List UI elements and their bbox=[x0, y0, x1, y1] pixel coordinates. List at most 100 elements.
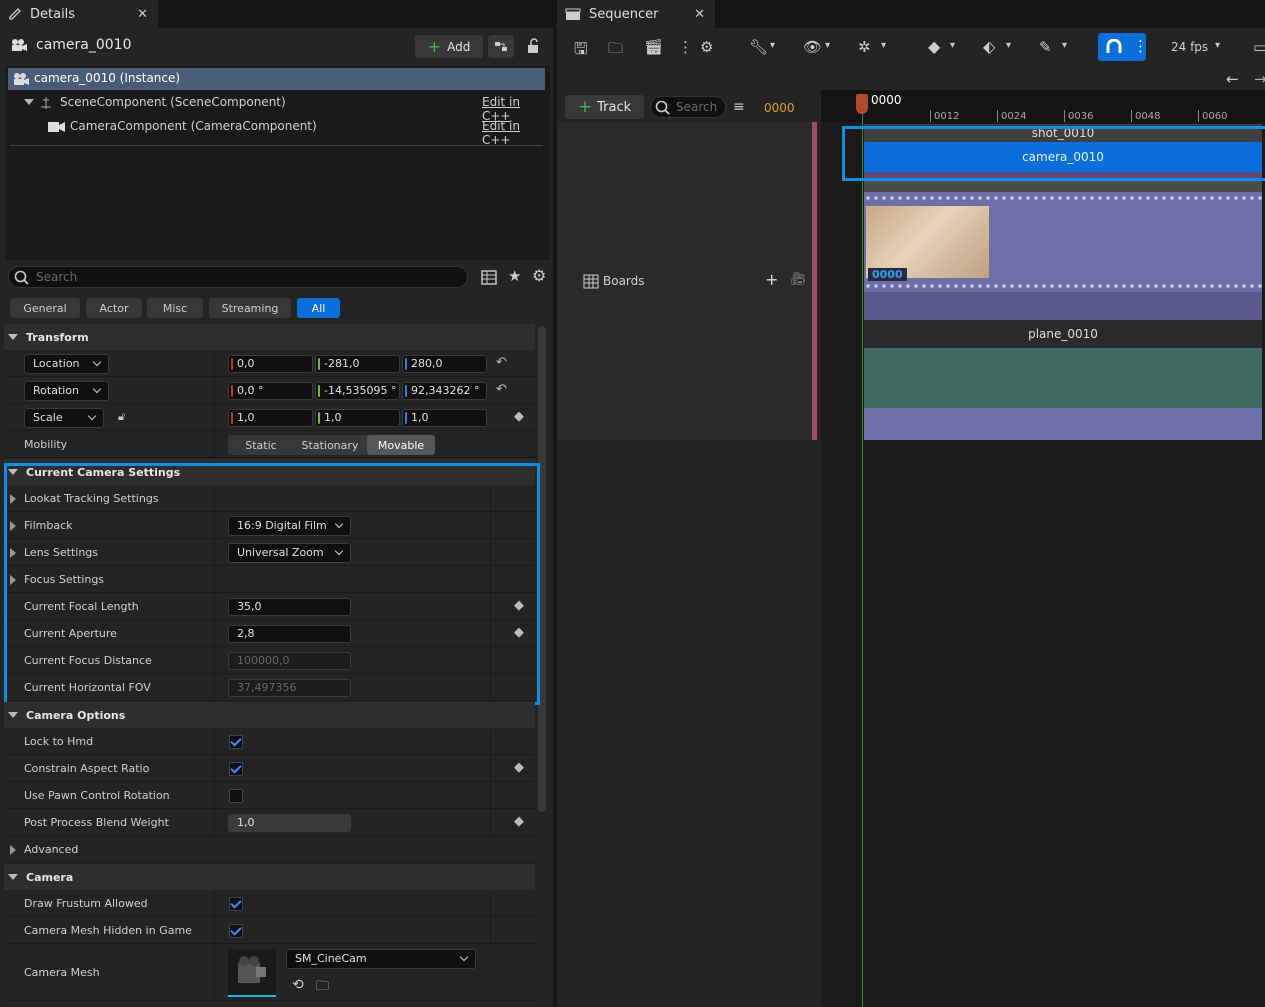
scale-y-field[interactable]: 1,0 bbox=[315, 409, 400, 427]
filter-tab-streaming[interactable]: Streaming bbox=[209, 298, 291, 318]
star-icon[interactable]: ★ bbox=[508, 267, 521, 285]
use-selected-icon[interactable]: ⟲ bbox=[292, 977, 304, 993]
panel-icon[interactable]: ▭ bbox=[1253, 38, 1265, 56]
edit-pen-icon[interactable]: ✎ bbox=[1039, 38, 1052, 56]
rotation-dropdown[interactable]: Rotation bbox=[24, 381, 109, 401]
key-interp-icon[interactable]: ⬖ bbox=[983, 37, 995, 56]
details-search-input[interactable]: Search bbox=[8, 266, 468, 288]
mesh-thumbnail[interactable] bbox=[228, 949, 276, 997]
filter-icon[interactable]: ≡ bbox=[733, 99, 745, 115]
close-icon[interactable]: ✕ bbox=[137, 7, 148, 22]
scale-z-field[interactable]: 1,0 bbox=[402, 409, 487, 427]
draw-frustum-checkbox[interactable] bbox=[229, 897, 243, 911]
ruler-tick bbox=[1064, 110, 1065, 122]
lock-icon[interactable] bbox=[526, 37, 542, 55]
add-key-icon[interactable]: ◆ bbox=[514, 814, 524, 829]
plane-section[interactable] bbox=[864, 348, 1262, 408]
thumbnail-frame-label: 0000 bbox=[868, 268, 907, 281]
chevron-down-icon[interactable]: ▾ bbox=[770, 40, 775, 51]
chevron-down-icon[interactable]: ▾ bbox=[881, 40, 886, 51]
component-row-camera[interactable]: CameraComponent (CameraComponent) Edit i… bbox=[8, 116, 545, 147]
playback-options-icon[interactable]: ✲ bbox=[858, 38, 871, 56]
view-eye-icon[interactable]: 👁︎ bbox=[803, 38, 822, 56]
chevron-down-icon[interactable]: ▾ bbox=[1062, 40, 1067, 51]
property-lock-to-hmd: Lock to Hmd bbox=[4, 729, 535, 755]
pawn-rotation-checkbox[interactable] bbox=[229, 789, 243, 803]
playhead-handle[interactable] bbox=[856, 94, 868, 114]
film-strip[interactable]: 0000 bbox=[864, 192, 1262, 292]
tools-icon[interactable]: 🔧︎ bbox=[749, 38, 768, 56]
clapper-icon bbox=[565, 8, 581, 20]
details-tab[interactable]: Details ✕ bbox=[0, 0, 158, 28]
mobility-movable[interactable]: Movable bbox=[367, 435, 435, 455]
render-movie-icon[interactable]: 🎬︎ bbox=[644, 38, 663, 56]
close-icon[interactable]: ✕ bbox=[694, 7, 705, 22]
plane-label[interactable]: plane_0010 bbox=[864, 320, 1262, 348]
sequencer-search-input[interactable]: Search bbox=[650, 96, 726, 118]
add-track-button[interactable]: + Track bbox=[565, 95, 644, 119]
actor-name: camera_0010 bbox=[36, 37, 132, 53]
mobility-stationary[interactable]: Stationary bbox=[294, 435, 366, 455]
actions-icon[interactable]: ⚙ bbox=[700, 38, 713, 56]
snap-toggle-button[interactable]: ⋮ bbox=[1098, 33, 1148, 61]
mesh-hidden-checkbox[interactable] bbox=[229, 924, 243, 938]
filter-tab-actor[interactable]: Actor bbox=[86, 298, 142, 318]
location-y-field[interactable]: -281,0 bbox=[315, 355, 400, 373]
expand-arrow-icon[interactable] bbox=[24, 99, 34, 105]
rotation-y-field[interactable]: -14,535095 ° bbox=[315, 382, 400, 400]
chevron-down-icon[interactable]: ▾ bbox=[825, 40, 830, 51]
component-row-instance[interactable]: camera_0010 (Instance) bbox=[8, 68, 545, 90]
current-frame[interactable]: 0000 bbox=[764, 101, 795, 115]
reset-arrow-icon[interactable]: ↶ bbox=[496, 355, 507, 370]
forward-arrow-icon[interactable]: → bbox=[1254, 70, 1265, 88]
property-advanced[interactable]: Advanced bbox=[4, 837, 535, 863]
section-camera[interactable]: Camera bbox=[4, 864, 535, 890]
unlock-icon[interactable]: 🔓︎ bbox=[118, 410, 125, 424]
browse-icon[interactable]: 🗀︎ bbox=[608, 38, 623, 63]
location-dropdown[interactable]: Location bbox=[24, 354, 109, 374]
filter-tab-misc[interactable]: Misc bbox=[147, 298, 203, 318]
rotation-x-field[interactable]: 0,0 ° bbox=[228, 382, 313, 400]
edit-in-cpp-link[interactable]: Edit in C++ bbox=[482, 119, 545, 147]
scale-x-field[interactable]: 1,0 bbox=[228, 409, 313, 427]
add-key-icon[interactable]: ◆ bbox=[514, 760, 524, 775]
location-x-field[interactable]: 0,0 bbox=[228, 355, 313, 373]
table-view-icon[interactable] bbox=[481, 270, 497, 286]
camera-mesh-dropdown[interactable]: SM_CineCam bbox=[286, 949, 476, 969]
expand-arrow-icon[interactable] bbox=[10, 845, 16, 855]
chevron-down-icon[interactable]: ▾ bbox=[1215, 40, 1220, 51]
add-key-icon[interactable]: ◆ bbox=[514, 409, 524, 424]
section-transform[interactable]: Transform bbox=[4, 324, 535, 350]
blueprint-button[interactable] bbox=[488, 35, 514, 58]
key-diamond-icon[interactable]: ◆ bbox=[928, 37, 940, 56]
back-arrow-icon[interactable]: ← bbox=[1226, 70, 1239, 88]
sequencer-tab[interactable]: Sequencer ✕ bbox=[557, 0, 715, 28]
boards-grid-icon bbox=[583, 274, 599, 289]
save-icon[interactable]: 🖫︎ bbox=[574, 38, 588, 65]
constrain-aspect-checkbox[interactable] bbox=[229, 762, 243, 776]
fps-selector[interactable]: 24 fps bbox=[1171, 40, 1208, 54]
mobility-static[interactable]: Static bbox=[228, 435, 294, 455]
location-z-field[interactable]: 280,0 bbox=[402, 355, 487, 373]
ruler-tick bbox=[930, 110, 931, 122]
property-pp-blend: Post Process Blend Weight 1,0 ◆ bbox=[4, 810, 535, 836]
filter-tab-general[interactable]: General bbox=[10, 298, 80, 318]
component-row-scene[interactable]: SceneComponent (SceneComponent) Edit in … bbox=[8, 92, 545, 123]
browse-folder-icon[interactable]: 🗀︎ bbox=[316, 977, 329, 999]
chevron-down-icon[interactable]: ▾ bbox=[1006, 40, 1011, 51]
scale-dropdown[interactable]: Scale bbox=[24, 408, 104, 428]
section-camera-options[interactable]: Camera Options bbox=[4, 702, 535, 728]
more-options-icon[interactable]: ⋮ bbox=[678, 38, 693, 56]
pp-blend-slider[interactable]: 1,0 bbox=[228, 814, 351, 832]
lock-to-hmd-checkbox[interactable] bbox=[229, 735, 243, 749]
gear-icon[interactable]: ⚙ bbox=[532, 266, 546, 285]
property-scale: Scale 🔓︎ 1,0 1,0 1,0 ◆ bbox=[4, 405, 535, 431]
boards-track-label[interactable]: Boards bbox=[603, 274, 645, 288]
filter-tab-all[interactable]: All bbox=[297, 298, 340, 318]
camera-icon[interactable]: 🎥︎ bbox=[790, 272, 807, 287]
add-component-button[interactable]: + Add bbox=[415, 35, 483, 58]
add-icon[interactable]: + bbox=[765, 270, 778, 289]
chevron-down-icon[interactable]: ▾ bbox=[950, 40, 955, 51]
reset-arrow-icon[interactable]: ↶ bbox=[496, 382, 507, 397]
rotation-z-field[interactable]: 92,343262 ° bbox=[402, 382, 487, 400]
